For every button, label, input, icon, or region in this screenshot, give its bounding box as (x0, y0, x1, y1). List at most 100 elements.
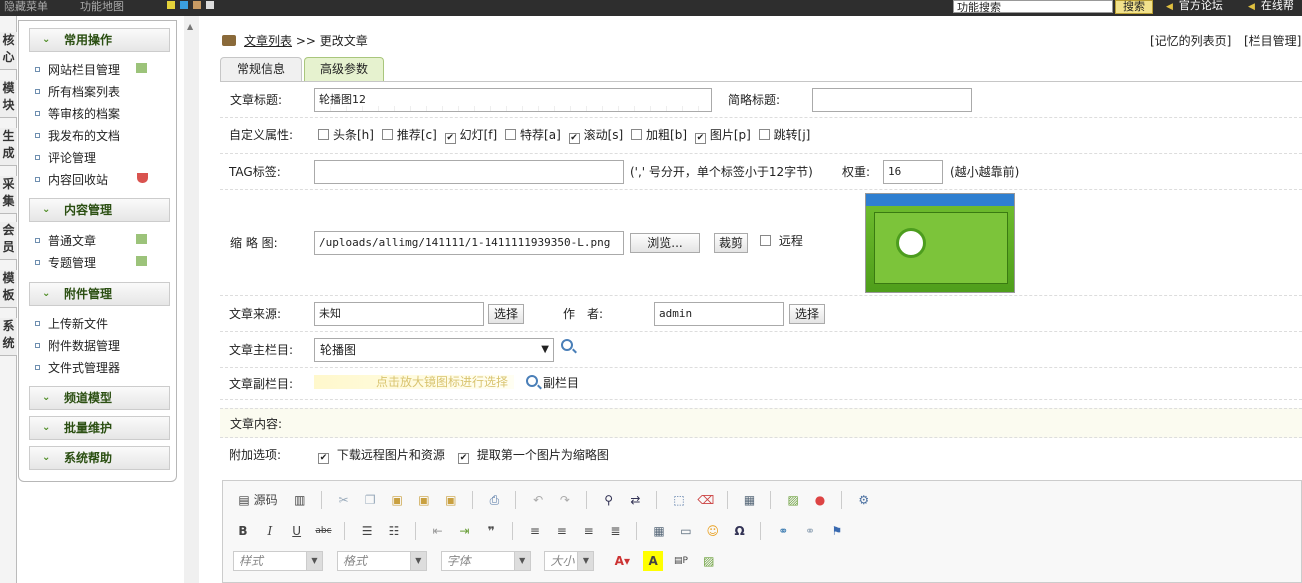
special-char-icon[interactable]: Ω (730, 521, 750, 541)
checkbox-checked[interactable]: ✔ (444, 133, 456, 144)
source-input[interactable]: 未知 (314, 302, 484, 326)
sidebar-item-articles[interactable]: 普通文章 (35, 234, 96, 248)
attr-jump[interactable]: 跳转[j] (758, 128, 810, 142)
group-batch[interactable]: ⌄ 批量维护 (29, 416, 170, 440)
remote-option[interactable]: 远程 (760, 234, 803, 248)
cut-icon[interactable]: ✂ (333, 490, 353, 510)
sidebar-item-upload[interactable]: 上传新文件 (35, 317, 108, 331)
strikethrough-icon[interactable]: abc (313, 521, 333, 541)
align-justify-icon[interactable]: ≣ (605, 521, 625, 541)
remove-format-icon[interactable]: ⌫ (696, 490, 716, 510)
sidebar-item-attachment-data[interactable]: 附件数据管理 (35, 339, 120, 353)
sidebar-item-all-archives[interactable]: 所有档案列表 (35, 85, 120, 99)
checkbox[interactable] (318, 129, 329, 140)
theme-brown-icon[interactable] (193, 1, 201, 9)
group-common[interactable]: ⌄ 常用操作 (29, 28, 170, 52)
sidebar-item-pending[interactable]: 等审核的档案 (35, 107, 120, 121)
sidebar-item-recycle[interactable]: 内容回收站 (35, 173, 108, 187)
browse-button[interactable]: 浏览... (630, 233, 700, 253)
theme-blue-icon[interactable] (180, 1, 188, 9)
help-link[interactable]: ◀ 在线帮 (1248, 0, 1294, 13)
group-channel-model[interactable]: ⌄ 频道模型 (29, 386, 170, 410)
size-combo[interactable]: 大小 ▼ (544, 551, 595, 571)
short-title-input[interactable] (812, 88, 972, 112)
group-attachment[interactable]: ⌄ 附件管理 (29, 282, 170, 306)
text-color-icon[interactable]: A▾ (608, 551, 636, 571)
print-icon[interactable]: ⎙ (484, 490, 504, 510)
bold-icon[interactable]: B (233, 521, 253, 541)
attr-headline[interactable]: 头条[h] (318, 128, 374, 142)
shield-icon[interactable] (137, 173, 148, 183)
sub-column-link[interactable]: 副栏目 (543, 376, 579, 390)
attr-scroll[interactable]: ✔ 滚动[s] (568, 128, 623, 144)
source-select-button[interactable]: 选择 (488, 304, 524, 324)
checkbox-checked[interactable]: ✔ (458, 453, 469, 464)
attr-recommend[interactable]: 推荐[c] (381, 128, 437, 142)
unlink-icon[interactable]: ⚭ (800, 521, 820, 541)
attr-picture[interactable]: ✔ 图片[p] (694, 128, 751, 144)
redo-icon[interactable]: ↷ (555, 490, 575, 510)
sidebar-scrollbar[interactable]: ▲ (184, 16, 199, 583)
checkbox[interactable] (758, 129, 770, 140)
download-remote-option[interactable]: ✔ 下载远程图片和资源 (318, 448, 445, 464)
add-icon[interactable] (136, 234, 147, 244)
sidebar-item-column-manage[interactable]: 网站栏目管理 (35, 63, 120, 77)
checkbox-checked[interactable]: ✔ (694, 133, 706, 144)
sidebar-item-comments[interactable]: 评论管理 (35, 151, 96, 165)
column-manage-link[interactable]: [栏目管理] (1244, 34, 1301, 48)
table-icon[interactable]: ▦ (649, 521, 669, 541)
checkbox[interactable] (505, 129, 517, 140)
attr-slide[interactable]: ✔ 幻灯[f] (444, 128, 497, 144)
thumb-path-input[interactable]: /uploads/allimg/141111/1-1411111939350-L… (314, 231, 624, 255)
link-icon[interactable]: ⚭ (773, 521, 793, 541)
paste-text-icon[interactable]: ▣ (414, 490, 434, 510)
group-content[interactable]: ⌄ 内容管理 (29, 198, 170, 222)
indent-icon[interactable]: ⇥ (454, 521, 474, 541)
ordered-list-icon[interactable]: ☰ (357, 521, 377, 541)
checkbox-checked[interactable]: ✔ (318, 453, 329, 464)
tab-system[interactable]: 系统 (0, 318, 17, 356)
tab-template[interactable]: 模板 (0, 270, 17, 308)
add-icon[interactable] (136, 63, 147, 73)
tab-generate[interactable]: 生成 (0, 128, 17, 166)
attr-special[interactable]: 特荐[a] (505, 128, 561, 142)
main-column-select[interactable]: 轮播图 ▼ (314, 338, 554, 362)
hide-menu-link[interactable]: 隐藏菜单 (4, 0, 48, 13)
weight-input[interactable]: 16 (883, 160, 943, 184)
article-list-link[interactable]: 文章列表 (244, 34, 292, 48)
crop-button[interactable]: 裁剪 (714, 233, 748, 253)
sidebar-item-topics[interactable]: 专题管理 (35, 256, 96, 270)
tag-input[interactable] (314, 160, 624, 184)
attr-bold[interactable]: 加粗[b] (631, 128, 687, 142)
select-all-icon[interactable]: ⬚ (669, 490, 689, 510)
paste-html-icon[interactable]: ▦ (740, 490, 760, 510)
forum-link[interactable]: ◀ 官方论坛 (1166, 0, 1223, 13)
theme-gray-icon[interactable] (206, 1, 214, 9)
format-combo[interactable]: 格式 ▼ (336, 551, 427, 571)
align-right-icon[interactable]: ≡ (579, 521, 599, 541)
multi-image-icon[interactable]: ▨ (699, 551, 719, 571)
align-left-icon[interactable]: ≡ (525, 521, 545, 541)
search-button[interactable]: 搜索 (1115, 0, 1153, 14)
paste-word-icon[interactable]: ▣ (441, 490, 461, 510)
checkbox[interactable] (381, 129, 393, 140)
author-input[interactable]: admin (654, 302, 784, 326)
font-combo[interactable]: 字体 ▼ (440, 551, 531, 571)
first-pic-option[interactable]: ✔ 提取第一个图片为缩略图 (458, 448, 609, 464)
image-icon[interactable]: ▨ (783, 490, 803, 510)
italic-icon[interactable]: I (260, 521, 280, 541)
replace-icon[interactable]: ⇄ (625, 490, 645, 510)
unordered-list-icon[interactable]: ☷ (384, 521, 404, 541)
source-button[interactable]: ▤ 源码 (233, 490, 283, 510)
sidebar-item-my-docs[interactable]: 我发布的文档 (35, 129, 120, 143)
page-break-icon[interactable]: ▤P (670, 551, 692, 571)
group-help[interactable]: ⌄ 系统帮助 (29, 446, 170, 470)
copy-icon[interactable]: ❐ (360, 490, 380, 510)
tab-core[interactable]: 核心 (0, 32, 17, 70)
smiley-icon[interactable]: ☺ (703, 521, 723, 541)
flash-icon[interactable]: ● (810, 490, 830, 510)
sidebar-item-file-manager[interactable]: 文件式管理器 (35, 361, 120, 375)
checkbox[interactable] (631, 129, 643, 140)
tab-module[interactable]: 模块 (0, 80, 17, 118)
tab-general[interactable]: 常规信息 (220, 57, 302, 81)
